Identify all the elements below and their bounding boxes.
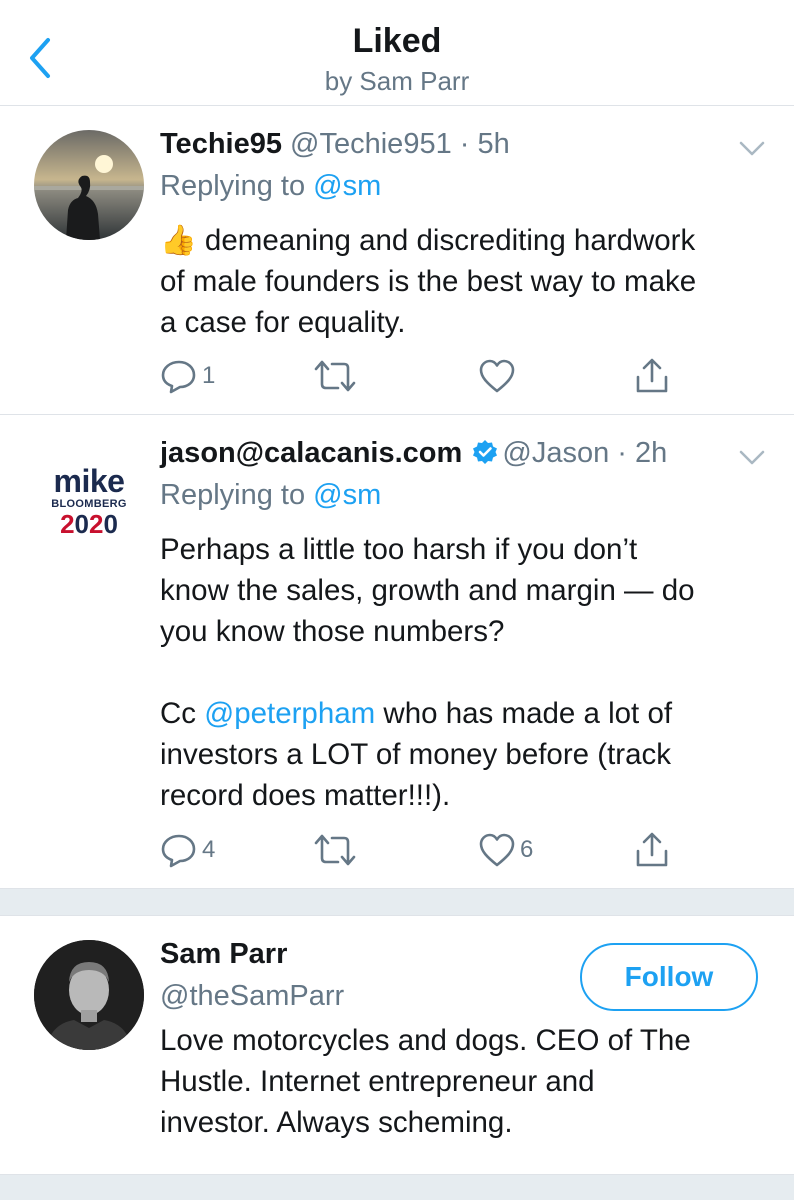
tweet-line: you know those numbers?	[160, 615, 505, 648]
share-button[interactable]	[634, 830, 670, 870]
tweet-line: Cc @peterpham who has made a lot of	[160, 693, 770, 734]
reply-count: 4	[202, 836, 216, 863]
mention-link[interactable]: @peterpham	[204, 697, 375, 730]
avatar-logo-line3: 2020	[34, 510, 144, 538]
replying-mention[interactable]: @sm	[313, 170, 381, 202]
heart-icon	[479, 833, 515, 867]
replying-label: Replying to	[160, 479, 306, 511]
tweet-techie95[interactable]: Techie95 @Techie951 · 5h Replying to @sm…	[0, 106, 794, 415]
tweet-jason[interactable]: mike BLOOMBERG 2020 jason@calacanis.com …	[0, 415, 794, 888]
tweet-line: investors a LOT of money before (track	[160, 738, 672, 771]
tweet-actions: 4 6	[160, 830, 680, 870]
retweet-button[interactable]	[314, 830, 360, 870]
tweet-line: know the sales, growth and margin — do	[160, 574, 695, 607]
profile-bio: Love motorcycles and dogs. CEO of The Hu…	[160, 1020, 770, 1143]
reply-count: 1	[202, 362, 216, 389]
author-handle[interactable]: @Techie951	[290, 128, 452, 160]
replying-to: Replying to @sm	[160, 170, 381, 203]
like-count: 6	[520, 836, 534, 863]
replying-to: Replying to @sm	[160, 479, 381, 512]
heart-icon	[479, 359, 515, 393]
reply-icon	[161, 834, 196, 868]
profile-handle[interactable]: @theSamParr	[160, 980, 344, 1013]
chevron-down-icon	[739, 141, 765, 156]
tweet-line: record does matter!!!).	[160, 779, 451, 812]
author-name[interactable]: Techie95	[160, 128, 282, 160]
tweet-line: a case for equality.	[160, 306, 406, 339]
thumbs-up-emoji: 👍	[160, 224, 197, 257]
tweet-text: 👍 demeaning and discrediting hardwork of…	[160, 220, 770, 343]
share-button[interactable]	[634, 356, 670, 396]
tweet-line: of male founders is the best way to make	[160, 265, 697, 298]
separator-dot: ·	[451, 128, 478, 160]
avatar-logo-digit: 2	[60, 509, 75, 539]
author-handle[interactable]: @Jason	[502, 437, 609, 469]
author-name[interactable]: jason@calacanis.com	[160, 437, 462, 469]
tweet-meta: jason@calacanis.com @Jason · 2h	[160, 437, 667, 473]
like-button[interactable]: 6	[478, 830, 533, 870]
share-icon	[636, 358, 668, 393]
follow-button[interactable]: Follow	[580, 943, 758, 1011]
tweet-menu-button[interactable]	[738, 140, 766, 158]
bio-line: investor. Always scheming.	[160, 1106, 513, 1139]
retweet-icon	[314, 834, 356, 866]
avatar-logo-digit: 0	[103, 509, 118, 539]
tweet-actions: 1	[160, 356, 680, 396]
tweet-meta: Techie95 @Techie951 · 5h	[160, 128, 510, 161]
retweet-icon	[314, 360, 356, 392]
avatar[interactable]	[34, 940, 144, 1050]
reply-button[interactable]: 4	[160, 830, 215, 870]
nav-header: Liked by Sam Parr	[0, 0, 794, 106]
share-icon	[636, 832, 668, 867]
bottom-divider	[0, 1174, 794, 1200]
cc-label: Cc	[160, 697, 205, 730]
avatar-logo-digit: 0	[74, 509, 89, 539]
chevron-down-icon	[739, 450, 765, 465]
bio-line: Love motorcycles and dogs. CEO of The	[160, 1024, 691, 1057]
replying-mention[interactable]: @sm	[313, 479, 381, 511]
retweet-button[interactable]	[314, 356, 360, 396]
tweet-time: 2h	[634, 437, 668, 469]
reply-icon	[161, 360, 196, 394]
tweet-menu-button[interactable]	[738, 449, 766, 467]
page-title: Liked	[352, 22, 442, 60]
avatar-logo-line1: mike	[53, 463, 125, 499]
replying-label: Replying to	[160, 170, 306, 202]
page-subtitle: by Sam Parr	[324, 66, 470, 96]
bio-line: Hustle. Internet entrepreneur and	[160, 1065, 595, 1098]
tweet-line-text: who has made a lot of	[375, 697, 673, 730]
section-divider	[0, 888, 794, 916]
tweet-time: 5h	[477, 128, 510, 160]
tweet-line: Perhaps a little too harsh if you don’t	[160, 533, 638, 566]
profile-name[interactable]: Sam Parr	[160, 938, 287, 971]
like-button[interactable]	[478, 356, 520, 396]
avatar-logo-digit: 2	[89, 509, 104, 539]
tweet-line: 👍 demeaning and discrediting hardwork	[160, 220, 770, 261]
verified-badge-icon	[472, 439, 498, 473]
avatar[interactable]	[34, 130, 144, 240]
avatar-mike-bloomberg-2020[interactable]: mike BLOOMBERG 2020	[34, 439, 144, 549]
reply-button[interactable]: 1	[160, 356, 215, 396]
tweet-text: Perhaps a little too harsh if you don’t …	[160, 529, 770, 816]
tweet-line-text: demeaning and discrediting hardwork	[196, 224, 696, 257]
separator-dot: ·	[609, 437, 635, 469]
